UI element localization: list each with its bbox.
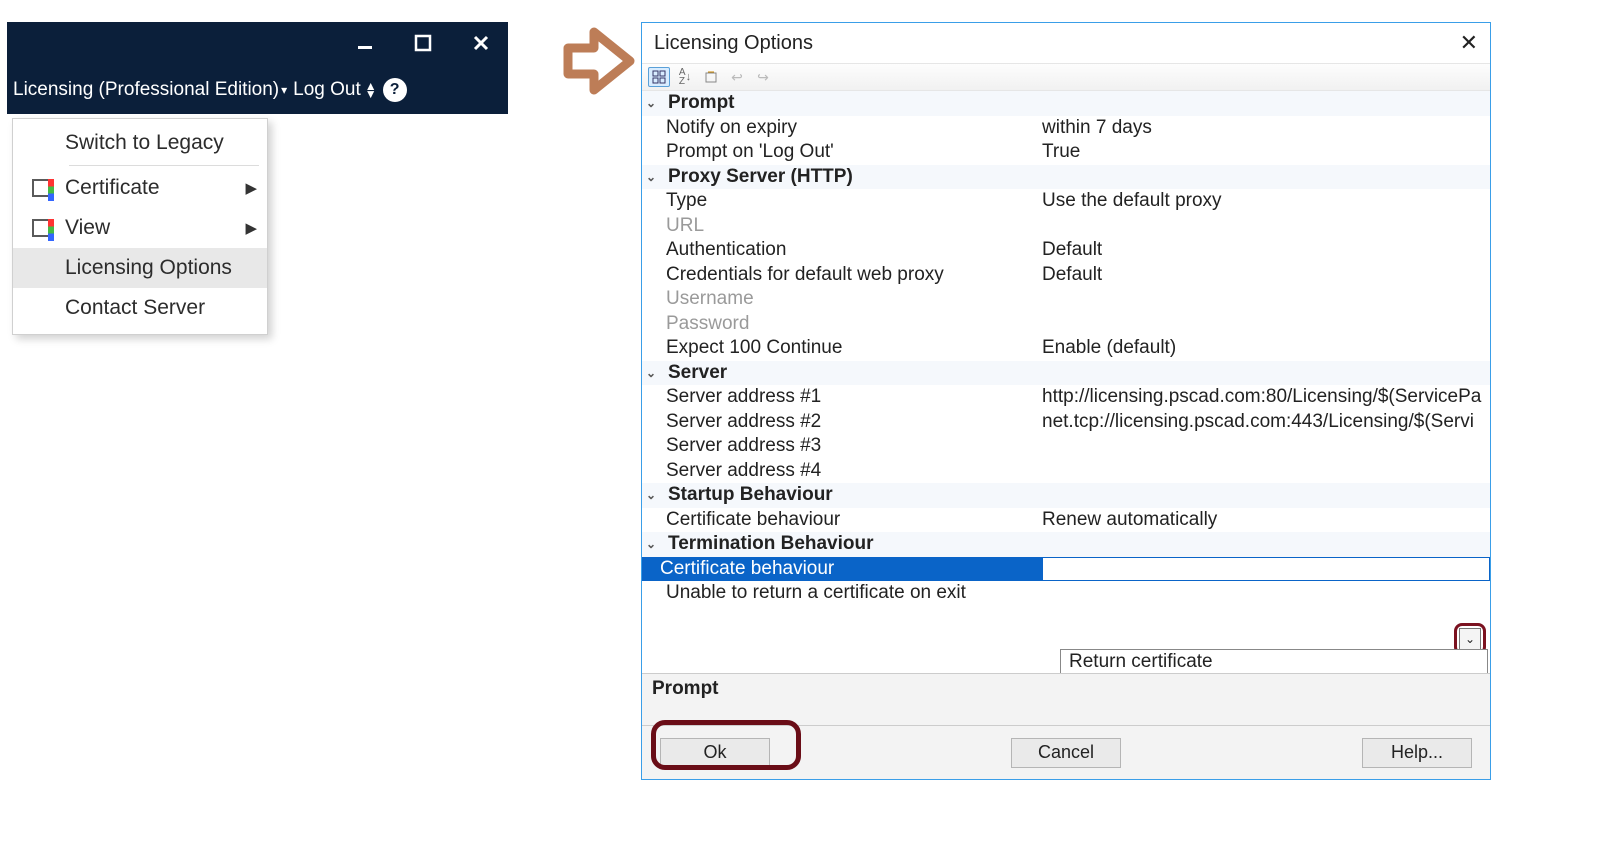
help-button[interactable]: Help... [1362, 738, 1472, 768]
dialog-titlebar: Licensing Options ✕ [642, 23, 1490, 63]
property-grid: ⌄Prompt Notify on expirywithin 7 days Pr… [642, 91, 1490, 673]
menu-contact-server[interactable]: Contact Server [13, 288, 267, 328]
dropdown-button[interactable]: ⌄ [1459, 628, 1481, 650]
close-icon[interactable] [470, 34, 492, 58]
app-window: Licensing (Professional Edition) ▾ Log O… [7, 22, 508, 114]
category-server[interactable]: ⌄Server [642, 361, 1490, 386]
option-return-certificate[interactable]: Return certificate [1061, 650, 1487, 673]
prop-proxy-cred[interactable]: Credentials for default web proxyDefault [642, 263, 1490, 288]
menu-certificate[interactable]: Certificate ▶ [13, 168, 267, 208]
ribbon-bar: Licensing (Professional Edition) ▾ Log O… [7, 70, 508, 114]
close-icon[interactable]: ✕ [1460, 30, 1478, 56]
prop-expect-100[interactable]: Expect 100 ContinueEnable (default) [642, 336, 1490, 361]
property-grid-toolbar: AZ↓ ↩ ↪ [642, 63, 1490, 91]
sort-updown-icon[interactable]: ▲▼ [365, 82, 377, 98]
cancel-button[interactable]: Cancel [1011, 738, 1121, 768]
prop-term-unable[interactable]: Unable to return a certificate on exit [642, 581, 1490, 606]
category-prompt[interactable]: ⌄Prompt [642, 91, 1490, 116]
prop-proxy-type[interactable]: TypeUse the default proxy [642, 189, 1490, 214]
property-pages-icon[interactable] [700, 67, 722, 87]
licensing-options-dialog: Licensing Options ✕ AZ↓ ↩ ↪ ⌄Prompt Noti… [641, 22, 1491, 780]
minimize-icon[interactable] [354, 35, 376, 57]
menu-item-label: Licensing Options [65, 256, 232, 280]
logout-button[interactable]: Log Out [293, 79, 361, 101]
licensing-menu[interactable]: Licensing (Professional Edition) [13, 79, 279, 101]
prop-server-4[interactable]: Server address #4 [642, 459, 1490, 484]
maximize-icon[interactable] [412, 34, 434, 58]
prop-server-2[interactable]: Server address #2net.tcp://licensing.psc… [642, 410, 1490, 435]
prop-proxy-url[interactable]: URL [642, 214, 1490, 239]
submenu-arrow-icon: ▶ [245, 219, 257, 237]
prop-proxy-pass[interactable]: Password [642, 312, 1490, 337]
licensing-context-menu: Switch to Legacy Certificate ▶ View ▶ Li… [12, 118, 268, 335]
property-description: Prompt [642, 673, 1490, 725]
menu-switch-legacy[interactable]: Switch to Legacy [13, 123, 267, 163]
prop-notify-on-expiry[interactable]: Notify on expirywithin 7 days [642, 116, 1490, 141]
redo-icon[interactable]: ↪ [752, 67, 774, 87]
menu-item-label: Switch to Legacy [65, 131, 224, 155]
prop-server-1[interactable]: Server address #1http://licensing.pscad.… [642, 385, 1490, 410]
prop-prompt-on-logout[interactable]: Prompt on 'Log Out'True [642, 140, 1490, 165]
prop-proxy-user[interactable]: Username [642, 287, 1490, 312]
description-label: Prompt [652, 678, 719, 699]
menu-view[interactable]: View ▶ [13, 208, 267, 248]
categorized-icon[interactable] [648, 67, 670, 87]
alphabetical-icon[interactable]: AZ↓ [674, 67, 696, 87]
chevron-down-icon: ▾ [281, 83, 287, 97]
menu-item-label: View [65, 216, 110, 240]
submenu-arrow-icon: ▶ [245, 179, 257, 197]
prop-term-cert[interactable]: Certificate behaviour [642, 557, 1490, 582]
prop-server-3[interactable]: Server address #3 [642, 434, 1490, 459]
prop-startup-cert[interactable]: Certificate behaviourRenew automatically [642, 508, 1490, 533]
ok-button[interactable]: Ok [660, 738, 770, 768]
certificate-icon [32, 179, 54, 197]
arrow-right-icon [560, 22, 638, 100]
certificate-icon [32, 219, 54, 237]
dialog-title: Licensing Options [654, 32, 813, 55]
window-titlebar [7, 22, 508, 70]
category-termination[interactable]: ⌄Termination Behaviour [642, 532, 1490, 557]
dialog-button-row: Ok Cancel Help... [642, 725, 1490, 779]
menu-item-label: Contact Server [65, 296, 205, 320]
menu-licensing-options[interactable]: Licensing Options [13, 248, 267, 288]
category-startup[interactable]: ⌄Startup Behaviour [642, 483, 1490, 508]
menu-separator [69, 165, 259, 166]
menu-item-label: Certificate [65, 176, 160, 200]
category-proxy[interactable]: ⌄Proxy Server (HTTP) [642, 165, 1490, 190]
help-icon[interactable]: ? [383, 78, 407, 102]
undo-icon[interactable]: ↩ [726, 67, 748, 87]
prop-proxy-auth[interactable]: AuthenticationDefault [642, 238, 1490, 263]
cert-behaviour-dropdown: Return certificate Prompt me Retain cert… [1060, 649, 1488, 673]
